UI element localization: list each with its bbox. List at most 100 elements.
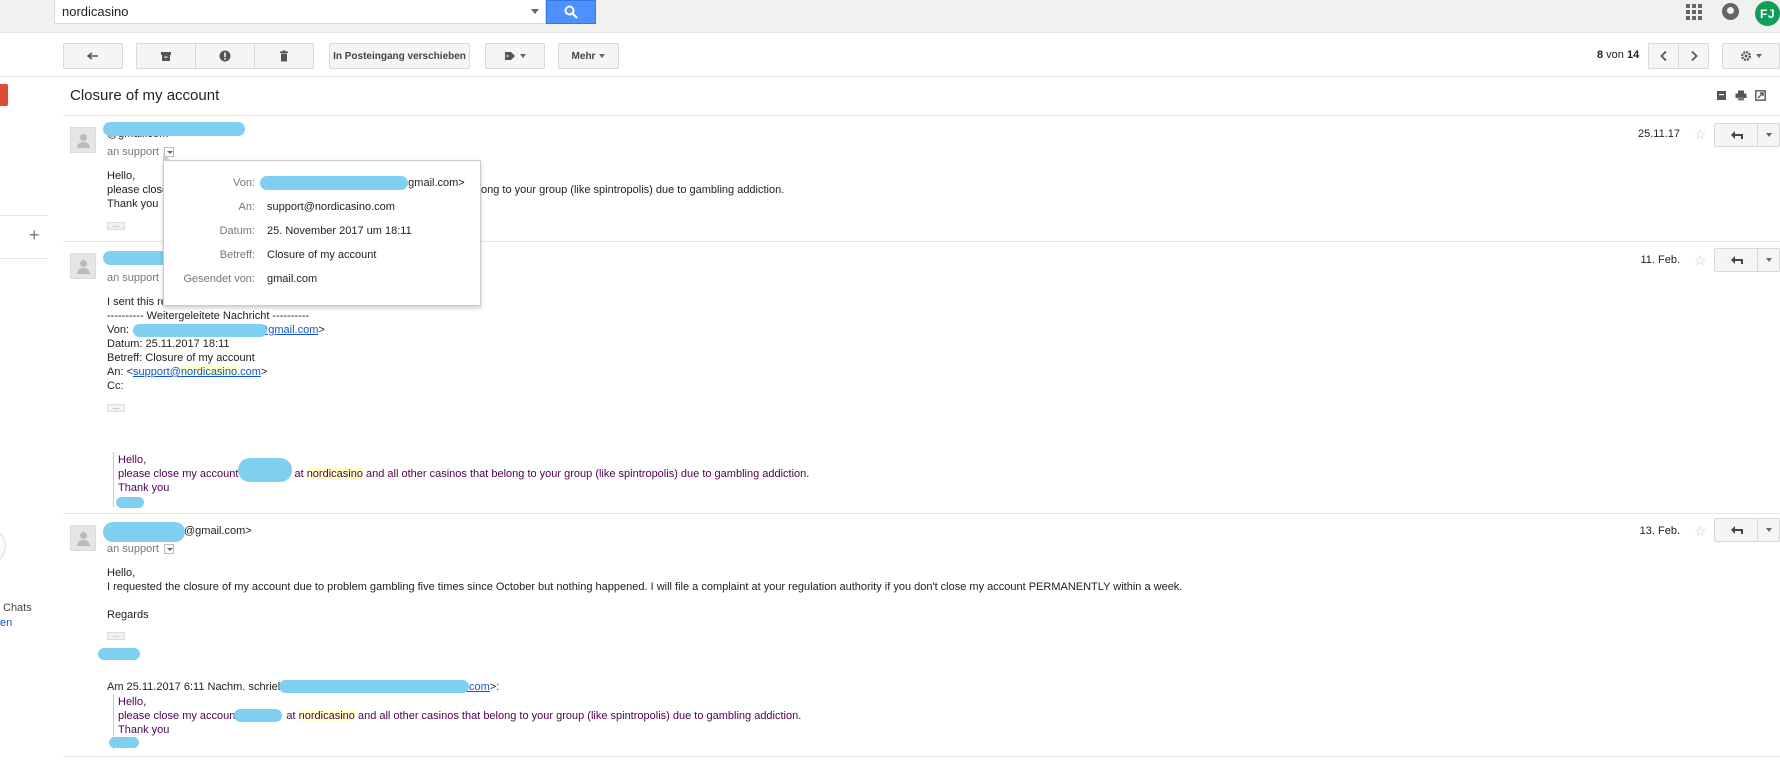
show-trimmed-button[interactable]: ... [107,221,125,230]
print-icon[interactable] [1735,90,1747,101]
add-icon[interactable]: + [29,226,40,244]
chevron-down-icon [1756,54,1762,58]
labels-button[interactable] [485,43,545,69]
archive-button[interactable] [136,43,196,69]
reply-icon [1730,526,1743,534]
report-spam-button[interactable] [195,43,255,69]
more-button[interactable]: Mehr [558,43,619,69]
body-greeting: Hello, [107,170,136,182]
redaction-mark [238,458,292,482]
message-more-button[interactable] [1757,123,1780,147]
sender-avatar [70,127,96,153]
show-trimmed-button[interactable]: ... [107,403,125,412]
body-text: I requested the closure of my account du… [107,581,1183,593]
new-window-icon[interactable] [1755,90,1766,101]
body-regards: Regards [107,609,149,621]
forward-cc: Cc: [107,380,124,392]
recipient-line: an support [107,272,159,284]
sidebar-divider [0,215,48,216]
forward-subject: Betreff: Closure of my account [107,352,255,364]
recipient-label: an support [107,543,159,555]
pager-count: 8 von 14 [1597,49,1639,61]
settings-button[interactable] [1722,43,1780,69]
quote-body: please close my account at nordicasino an… [118,468,810,480]
chevron-down-icon [599,54,606,58]
quote-closing: Thank you [118,482,170,494]
sidebar-divider [0,258,48,259]
chevron-down-icon [1765,258,1772,262]
body-text-start: please close [107,184,169,196]
message-toolbar: In Posteingang verschieben Mehr 8 von 14 [0,33,1780,77]
detail-date-label: Datum: [219,225,255,237]
show-details-caret-icon[interactable] [163,544,174,554]
newer-button[interactable] [1648,43,1679,69]
account-avatar[interactable]: FJ [1755,1,1780,26]
recipient-label: an support [107,272,159,284]
forward-header: ---------- Weitergeleitete Nachricht ---… [107,310,310,322]
search-button[interactable] [546,0,596,24]
message-more-button[interactable] [1757,518,1780,542]
spam-icon [219,50,231,62]
notifications-icon[interactable] [1722,3,1739,20]
search-options-caret-icon[interactable] [531,9,539,14]
inbox-label-marker[interactable] [0,84,8,106]
apps-grid-icon[interactable] [1686,4,1702,20]
back-button[interactable] [63,43,123,69]
body-closing: Thank you [107,198,159,210]
divider [63,756,1780,757]
redaction-mark [103,251,171,265]
quote-greeting: Hello, [118,454,147,466]
chevron-down-icon [520,54,526,58]
move-to-inbox-button[interactable]: In Posteingang verschieben [329,43,470,69]
chevron-down-icon [1765,133,1772,137]
reply-button[interactable] [1714,248,1758,272]
chevron-left-icon [1659,50,1667,62]
detail-subject-value: Closure of my account [267,249,377,261]
attribution-link[interactable]: .com [466,681,490,693]
sidebar-chats-link[interactable]: Chats [3,602,32,614]
reply-button[interactable] [1714,123,1758,147]
sender-avatar [70,253,96,279]
quote-closing: Thank you [118,724,170,736]
detail-to-value: support@nordicasino.com [267,201,395,213]
reply-button[interactable] [1714,518,1758,542]
message-more-button[interactable] [1757,248,1780,272]
sender-address[interactable]: @gmail.com> [184,525,252,537]
message-date: 13. Feb. [1639,525,1680,537]
search-icon [564,5,578,19]
back-arrow-icon [87,52,98,60]
star-icon[interactable]: ☆ [1694,127,1707,141]
forward-date: Datum: 25.11.2017 18:11 [107,338,230,350]
redaction-mark [103,522,185,542]
recipient-label: an support [107,146,159,158]
show-trimmed-button[interactable]: ... [107,631,125,640]
quote-body: please close my accoun at nordicasino and… [118,710,802,722]
redaction-mark [116,497,144,508]
redaction-mark [260,176,408,190]
star-icon[interactable]: ☆ [1694,253,1707,267]
body-text-end: ong to your group (like spintropolis) du… [481,184,785,196]
redaction-mark [133,324,267,337]
forward-to-link[interactable]: support@nordicasino.com [133,366,261,378]
reply-icon [1730,131,1743,139]
redaction-mark [103,122,245,136]
body-intro: I sent this re [107,296,167,308]
thread-subject: Closure of my account [70,87,220,104]
sidebar-partial-link[interactable]: en [0,617,12,629]
forward-to-close: > [260,366,268,378]
move-to-inbox-label: In Posteingang verschieben [333,50,466,62]
delete-button[interactable] [254,43,314,69]
hangouts-avatar[interactable] [0,528,6,564]
trash-icon [280,50,288,62]
detail-subject-label: Betreff: [219,249,255,261]
redaction-mark [109,737,139,748]
thread-actions [1716,90,1766,101]
message-details-popup: Von: @gmail.com> An: support@nordicasino… [163,153,481,306]
older-button[interactable] [1678,43,1709,69]
expand-all-icon[interactable] [1716,90,1727,101]
search-input[interactable] [55,0,495,22]
star-icon[interactable]: ☆ [1694,524,1707,538]
recipient-line: an support [107,543,174,555]
detail-from-label: Von: [232,177,255,189]
gear-icon [1741,51,1751,61]
